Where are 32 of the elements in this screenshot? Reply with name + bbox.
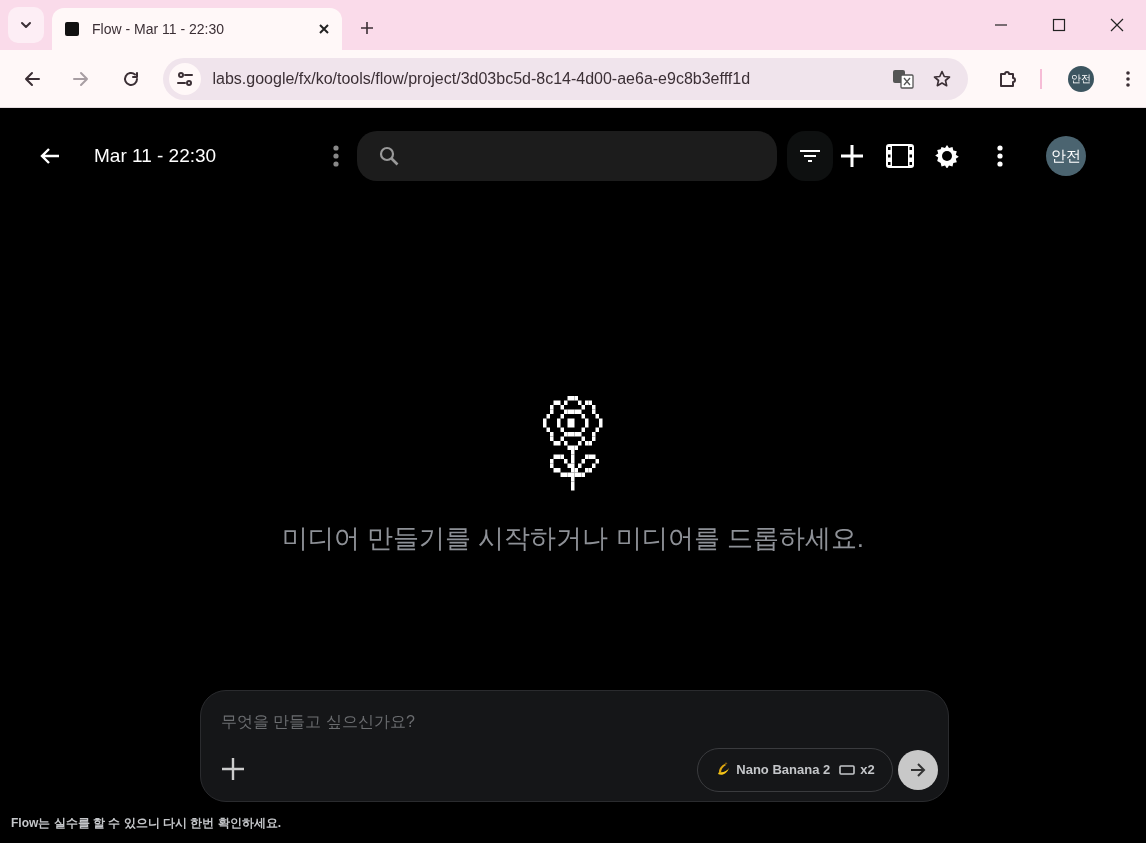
project-title: Mar 11 - 22:30 [94, 143, 218, 168]
add-icon[interactable] [222, 758, 244, 780]
more-icon[interactable] [333, 145, 339, 167]
prompt-field[interactable]: 무엇을 만들고 싶으신가요? Nano Banana 2 x2 [200, 690, 949, 802]
star-icon[interactable] [932, 68, 953, 89]
arrow-right-icon [909, 761, 927, 779]
more-icon[interactable] [1126, 70, 1130, 87]
tab-list-button[interactable] [8, 7, 44, 43]
translate-icon[interactable] [892, 68, 915, 89]
send-button[interactable] [898, 750, 938, 790]
profile-avatar[interactable]: 안전 [1068, 65, 1094, 92]
settings-icon[interactable] [935, 144, 959, 168]
filter-button[interactable] [787, 131, 833, 181]
more-icon[interactable] [997, 145, 1003, 167]
browser-tab[interactable]: Flow - Mar 11 - 22:30 [52, 8, 342, 50]
search-field[interactable] [357, 131, 777, 181]
empty-state-message: 미디어 만들기를 시작하거나 미디어를 드롭하세요. [281, 522, 865, 555]
extensions-icon[interactable] [998, 68, 1019, 89]
address-bar[interactable]: labs.google/fx/ko/tools/flow/project/3d03bc5d-8c14-4d00-ae6a-e9c8b3efff1d [162, 57, 969, 100]
aspect-ratio-icon [839, 765, 856, 775]
film-icon[interactable] [885, 143, 915, 169]
filter-icon [800, 149, 820, 163]
disclaimer-text: Flow는 실수를 할 수 있으니 다시 한번 확인하세요. [11, 815, 281, 832]
tab-title: Flow - Mar 11 - 22:30 [92, 19, 225, 39]
url-text: labs.google/fx/ko/tools/flow/project/3d03bc5d-8c14-4d00-ae6a-e9c8b3efff1d [212, 68, 752, 89]
favicon [64, 21, 80, 37]
user-avatar[interactable]: 안전 [1046, 136, 1086, 176]
plus-icon[interactable] [360, 21, 374, 35]
site-settings-icon[interactable] [168, 62, 201, 95]
chevron-down-icon [20, 21, 32, 29]
search-icon [379, 146, 399, 166]
close-icon[interactable] [318, 23, 330, 35]
